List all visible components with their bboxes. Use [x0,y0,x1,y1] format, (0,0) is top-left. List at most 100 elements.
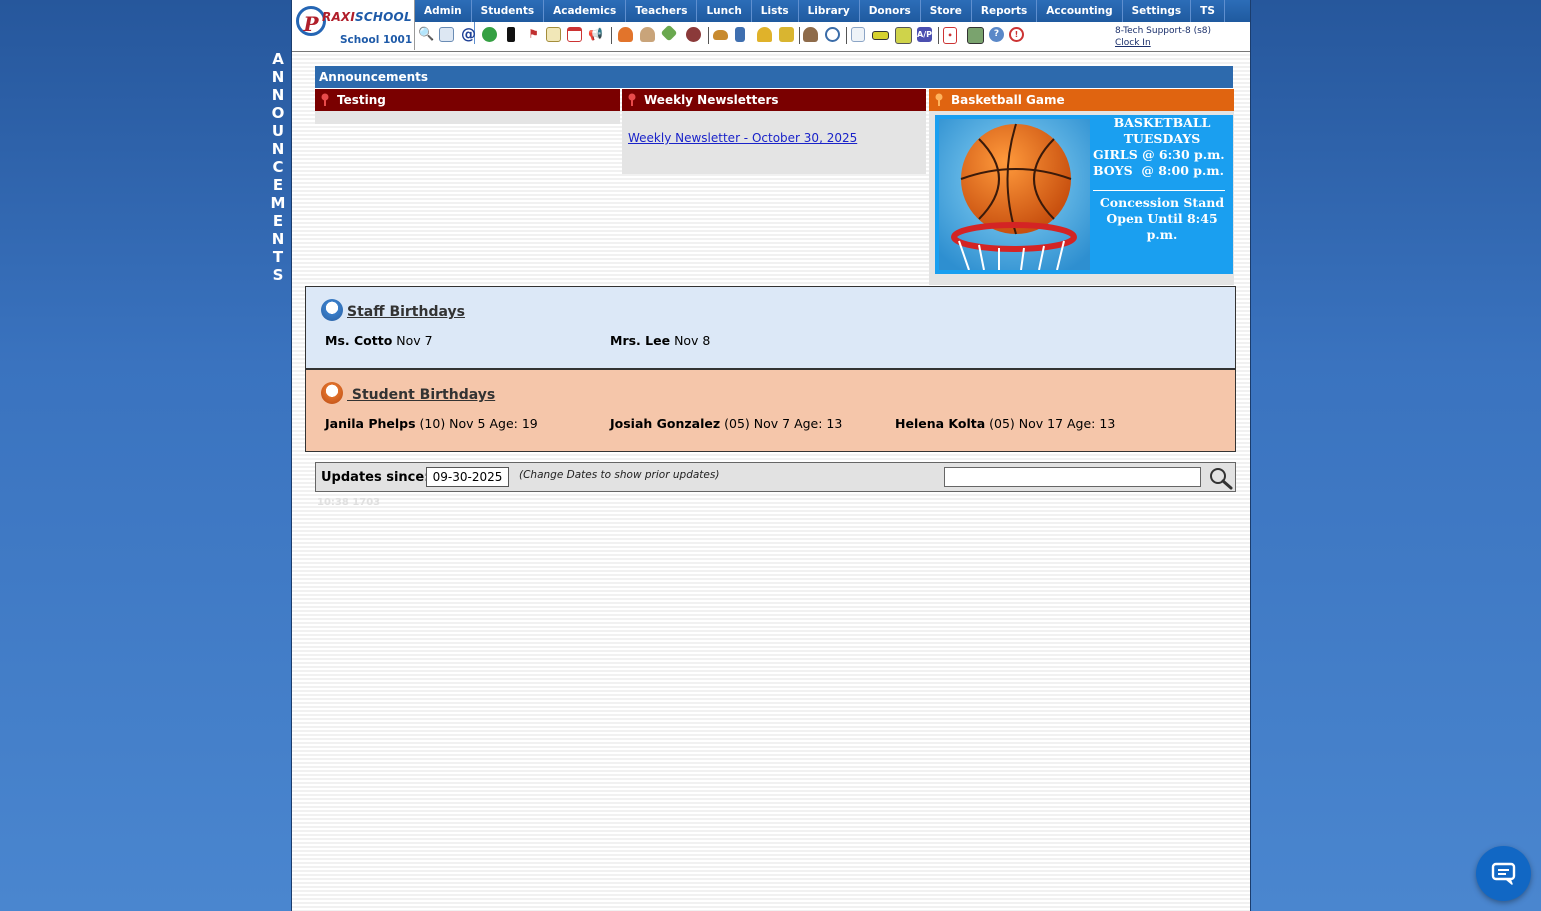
toolbar-separator [708,27,709,44]
menu-admin[interactable]: Admin [415,0,472,22]
search-icon[interactable]: 🔍 [418,27,434,42]
student-birthdays-link[interactable]: Student Birthdays [347,387,495,403]
praxischool-logo[interactable]: P RAXISCHOOL School 1001 [292,0,415,50]
side-letter: N [271,86,285,104]
announcement-testing-title[interactable]: Testing [315,89,620,111]
announcement-testing: Testing [315,89,620,124]
student-birthdays-title: Student Birthdays [321,382,495,406]
student-birthday-detail: (10) Nov 5 Age: 19 [419,416,538,431]
clock-in-link[interactable]: Clock In [1115,37,1211,49]
user-icon[interactable] [803,27,818,42]
side-letter: U [271,122,285,140]
announcement-newsletters: Weekly Newsletters Weekly Newsletter - O… [622,89,926,174]
card-icon[interactable] [872,31,889,40]
menu-donors[interactable]: Donors [860,0,921,22]
student-birthday-detail: (05) Nov 7 Age: 13 [724,416,843,431]
student-birthday-name: Helena Kolta [895,416,986,431]
staff-birthdays-link[interactable]: Staff Birthdays [347,304,465,320]
menu-reports[interactable]: Reports [972,0,1038,22]
chat-launcher-button[interactable] [1476,846,1531,901]
parents-icon[interactable] [686,27,701,42]
printer-icon[interactable] [895,27,912,44]
megaphone-icon[interactable]: 📢 [588,27,603,42]
side-letter: S [272,266,284,284]
pdf-icon[interactable]: • [943,27,957,44]
menu-lunch[interactable]: Lunch [697,0,752,22]
announcement-basketball-label: Basketball Game [951,93,1065,107]
main-frame: P RAXISCHOOL School 1001 Admin Students Ac… [291,0,1251,911]
school-name: School 1001 [340,34,413,46]
clock-icon[interactable] [825,27,840,42]
basketball-line-6: Open Until 8:45 p.m. [1106,211,1218,242]
menu-students[interactable]: Students [472,0,545,22]
lunch-icon[interactable] [713,30,728,40]
updates-bar: Updates since: (Change Dates to show pri… [315,462,1236,492]
newsletter-link[interactable]: Weekly Newsletter - October 30, 2025 [628,131,857,145]
search-icon[interactable] [1208,466,1234,490]
student-icon[interactable] [618,27,633,42]
header: P RAXISCHOOL School 1001 Admin Students Ac… [292,0,1250,52]
basketball-image [939,119,1090,270]
menu-library[interactable]: Library [799,0,860,22]
student-birthday-entry: Josiah Gonzalez (05) Nov 7 Age: 13 [610,416,842,431]
student-birthday-name: Josiah Gonzalez [610,416,721,431]
chat-icon [1491,862,1516,885]
help-icon[interactable]: ? [989,27,1004,42]
menu-accounting[interactable]: Accounting [1037,0,1123,22]
menu-teachers[interactable]: Teachers [626,0,698,22]
ap-icon[interactable]: A/P [917,27,932,42]
arrow-in-icon[interactable] [779,27,794,42]
menu-settings[interactable]: Settings [1123,0,1192,22]
notes-icon[interactable] [546,27,561,42]
staff-birthdays-title: Staff Birthdays [321,299,465,323]
teacher-icon[interactable] [640,27,655,42]
announcement-newsletters-body: Weekly Newsletter - October 30, 2025 [622,111,926,174]
basketball-flyer: BASKETBALL TUESDAYS GIRLS @ 6:30 p.m. BO… [935,115,1233,274]
student-birthdays-panel: Student Birthdays Janila Phelps (10) Nov… [305,369,1236,452]
announcement-newsletters-title[interactable]: Weekly Newsletters [622,89,926,111]
basketball-text: BASKETBALL TUESDAYS GIRLS @ 6:30 p.m. BO… [1093,115,1231,243]
document-icon[interactable] [851,27,865,42]
basketball-divider [1093,190,1225,191]
staff-birthdays-panel: Staff Birthdays Ms. Cotto Nov 7 Mrs. Lee… [305,286,1236,369]
calendar-icon[interactable] [567,27,582,42]
user-name: 8-Tech Support-8 (s8) [1115,26,1212,36]
basketball-line-4: BOYS @ 8:00 p.m. [1093,163,1224,178]
menu-ts[interactable]: TS [1191,0,1225,22]
flag-icon[interactable]: ⚑ [526,27,541,42]
birthday-cake-icon [321,382,343,404]
power-icon[interactable]: ! [1009,27,1024,42]
basketball-line-1: BASKETBALL [1113,115,1211,130]
updates-note: (Change Dates to show prior updates) [519,469,720,481]
chat-bubble-icon[interactable] [482,27,497,42]
email-icon[interactable]: @ [461,27,476,42]
icon-toolbar: 🔍 @ ⚑ 📢 A/P • ? ! [415,24,1115,48]
student-birthday-detail: (05) Nov 17 Age: 13 [989,416,1116,431]
pin-icon [935,93,943,106]
eraser-icon[interactable] [660,24,678,42]
bell-icon[interactable] [757,27,772,42]
faded-text: 10:38 1703 [317,497,381,508]
staff-birthday-entry: Mrs. Lee Nov 8 [610,333,710,348]
menu-academics[interactable]: Academics [544,0,627,22]
student-birthday-name: Janila Phelps [325,416,416,431]
announcement-testing-body [315,111,620,124]
staff-birthday-detail: Nov 7 [396,333,433,348]
side-letter: N [271,140,285,158]
basketball-line-5: Concession Stand [1099,195,1225,210]
grid-icon[interactable] [439,27,454,42]
money-icon[interactable] [967,27,984,44]
side-letter: N [271,68,285,86]
updates-date-input[interactable] [426,467,509,487]
announcement-basketball-body: BASKETBALL TUESDAYS GIRLS @ 6:30 p.m. BO… [929,111,1234,285]
logo-wordmark-a: RAXI [322,10,356,24]
menu-lists[interactable]: Lists [752,0,799,22]
staff-birthday-entry: Ms. Cotto Nov 7 [325,333,433,348]
updates-search-input[interactable] [944,467,1201,487]
announcement-basketball-title[interactable]: Basketball Game [929,89,1234,111]
book-icon[interactable] [735,27,745,42]
menu-store[interactable]: Store [921,0,972,22]
phone-icon[interactable] [507,27,515,42]
basketball-line-2: TUESDAYS [1123,131,1201,146]
side-letter: M [270,194,286,212]
